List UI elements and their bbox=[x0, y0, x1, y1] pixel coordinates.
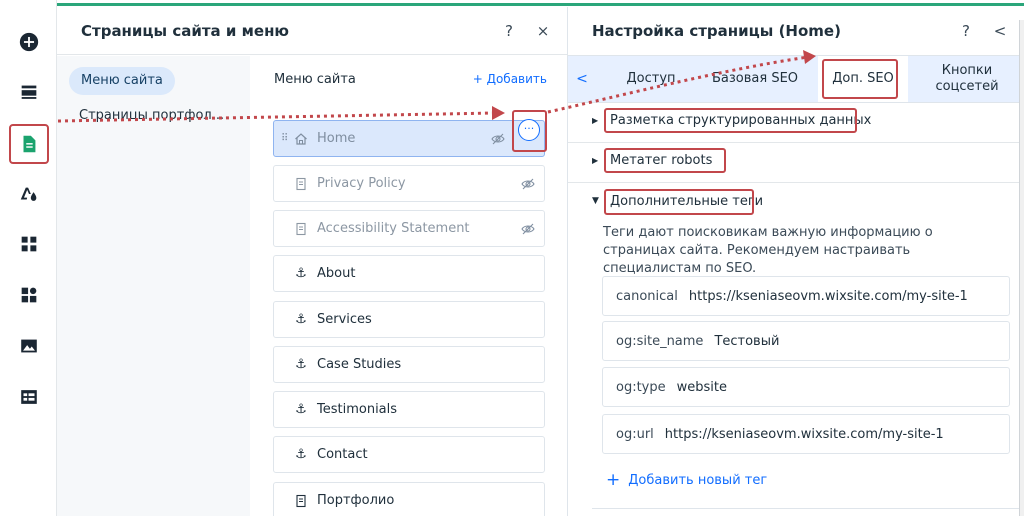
tag-key: og:type bbox=[616, 379, 666, 395]
anchor-icon: ⚓ bbox=[295, 312, 307, 327]
editor-window: Страницы сайта и меню ? × Меню сайта Стр… bbox=[0, 0, 1024, 516]
tag-key: og:site_name bbox=[616, 333, 704, 349]
anchor-icon: ⚓ bbox=[295, 447, 307, 462]
page-label: Services bbox=[317, 312, 372, 327]
page-label: Contact bbox=[317, 447, 368, 462]
settings-tabs: < Доступ Базовая SEO Доп. SEO Кнопки соц… bbox=[568, 55, 1024, 103]
home-icon bbox=[294, 132, 308, 146]
tab-access[interactable]: Доступ bbox=[608, 56, 694, 102]
page-row-testimonials[interactable]: ⚓ Testimonials bbox=[273, 391, 545, 428]
page-label: Портфолио bbox=[317, 493, 395, 508]
tab-social-buttons[interactable]: Кнопки соцсетей bbox=[926, 56, 1008, 102]
tag-card-canonical[interactable]: canonical https://kseniaseovm.wixsite.co… bbox=[602, 276, 1010, 316]
close-icon[interactable]: × bbox=[533, 21, 553, 41]
page-row-portfolio[interactable]: Портфолио bbox=[273, 482, 545, 516]
tag-value: Тестовый bbox=[714, 333, 780, 349]
section-structured-data[interactable]: ▶ Разметка структурированных данных bbox=[568, 103, 1024, 143]
drag-handle-icon[interactable]: ⠿ bbox=[281, 133, 288, 144]
expand-arrow-icon: ▶ bbox=[592, 116, 599, 125]
nav-item-site-menu[interactable]: Меню сайта bbox=[69, 67, 175, 95]
section-robots[interactable]: ▶ Метатег robots bbox=[568, 143, 1024, 183]
site-menu-heading: Меню сайта bbox=[274, 72, 356, 87]
page-settings-panel: Настройка страницы (Home) ? < < Доступ Б… bbox=[568, 7, 1024, 516]
page-row-case-studies[interactable]: ⚓ Case Studies bbox=[273, 346, 545, 383]
help-icon[interactable]: ? bbox=[956, 21, 976, 41]
add-icon[interactable] bbox=[9, 22, 49, 62]
tag-card-og-type[interactable]: og:type website bbox=[602, 367, 1010, 407]
anchor-icon: ⚓ bbox=[295, 266, 307, 281]
page-label: Case Studies bbox=[317, 357, 402, 372]
page-label: Home bbox=[317, 131, 356, 146]
anchor-icon: ⚓ bbox=[295, 402, 307, 417]
page-label: Accessibility Statement bbox=[317, 221, 470, 236]
pages-icon[interactable] bbox=[9, 124, 49, 164]
page-row-contact[interactable]: ⚓ Contact bbox=[273, 436, 545, 473]
page-row-about[interactable]: ⚓ About bbox=[273, 255, 545, 292]
tag-key: canonical bbox=[616, 288, 678, 304]
menu-icon[interactable] bbox=[9, 72, 49, 112]
pages-nav: Меню сайта Страницы портфол... bbox=[57, 56, 250, 516]
divider bbox=[592, 508, 1024, 509]
media-icon[interactable] bbox=[9, 326, 49, 366]
help-icon[interactable]: ? bbox=[499, 21, 519, 41]
annotation-highlight bbox=[604, 108, 857, 133]
page-label: Testimonials bbox=[317, 402, 398, 417]
collapse-arrow-icon: ▼ bbox=[592, 196, 599, 206]
plus-icon: + bbox=[606, 470, 621, 490]
page-icon bbox=[294, 222, 308, 236]
tag-card-og-site-name[interactable]: og:site_name Тестовый bbox=[602, 321, 1010, 361]
tab-basic-seo[interactable]: Базовая SEO bbox=[704, 56, 806, 102]
hidden-eye-icon bbox=[490, 131, 506, 147]
page-row-home[interactable]: ⠿ Home bbox=[273, 120, 545, 157]
page-label: About bbox=[317, 266, 356, 281]
add-new-tag-label: Добавить новый тег bbox=[628, 473, 768, 488]
tag-value: https://kseniaseovm.wixsite.com/my-site-… bbox=[688, 288, 968, 304]
annotation-highlight bbox=[604, 189, 754, 215]
tag-card-og-url[interactable]: og:url https://kseniaseovm.wixsite.com/m… bbox=[602, 414, 1010, 454]
pages-panel-title: Страницы сайта и меню bbox=[81, 21, 290, 40]
additional-tags-description: Теги дают поисковикам важную информацию … bbox=[603, 225, 933, 276]
add-new-tag-button[interactable]: + Добавить новый тег bbox=[606, 470, 767, 490]
window-edge-scrollbar[interactable] bbox=[1019, 20, 1024, 516]
annotation-highlight-tab bbox=[822, 59, 898, 99]
tabs-scroll-left-icon[interactable]: < bbox=[568, 56, 596, 102]
design-icon[interactable] bbox=[9, 174, 49, 214]
top-accent-strip bbox=[57, 0, 1024, 7]
page-label: Privacy Policy bbox=[317, 176, 406, 191]
nav-item-portfolio-pages[interactable]: Страницы портфол... bbox=[79, 108, 224, 123]
puzzle-icon[interactable] bbox=[9, 275, 49, 315]
page-icon bbox=[294, 494, 308, 508]
page-row-services[interactable]: ⚓ Services bbox=[273, 301, 545, 338]
expand-arrow-icon: ▶ bbox=[592, 156, 599, 165]
page-icon bbox=[294, 177, 308, 191]
anchor-icon: ⚓ bbox=[295, 357, 307, 372]
tag-value: website bbox=[676, 379, 728, 395]
page-settings-title: Настройка страницы (Home) bbox=[592, 22, 841, 40]
section-additional-tags[interactable]: ▼ Дополнительные теги bbox=[568, 183, 1024, 223]
pages-panel-header: Страницы сайта и меню ? × bbox=[57, 7, 567, 55]
apps-grid-icon[interactable] bbox=[9, 224, 49, 264]
add-page-button[interactable]: + Добавить bbox=[473, 72, 547, 86]
tag-value: https://kseniaseovm.wixsite.com/my-site-… bbox=[664, 426, 944, 442]
tag-key: og:url bbox=[616, 426, 654, 442]
annotation-highlight-more bbox=[512, 110, 547, 152]
collapse-icon[interactable]: < bbox=[990, 21, 1010, 41]
annotation-highlight bbox=[604, 148, 726, 173]
page-settings-header: Настройка страницы (Home) ? < bbox=[568, 7, 1024, 55]
pages-panel: Страницы сайта и меню ? × Меню сайта Стр… bbox=[57, 7, 568, 516]
page-row-accessibility-statement[interactable]: Accessibility Statement bbox=[273, 210, 545, 247]
page-row-privacy-policy[interactable]: Privacy Policy bbox=[273, 165, 545, 202]
left-toolbar bbox=[0, 0, 57, 516]
hidden-eye-icon bbox=[520, 176, 536, 192]
hidden-eye-icon bbox=[520, 221, 536, 237]
table-icon[interactable] bbox=[9, 377, 49, 417]
